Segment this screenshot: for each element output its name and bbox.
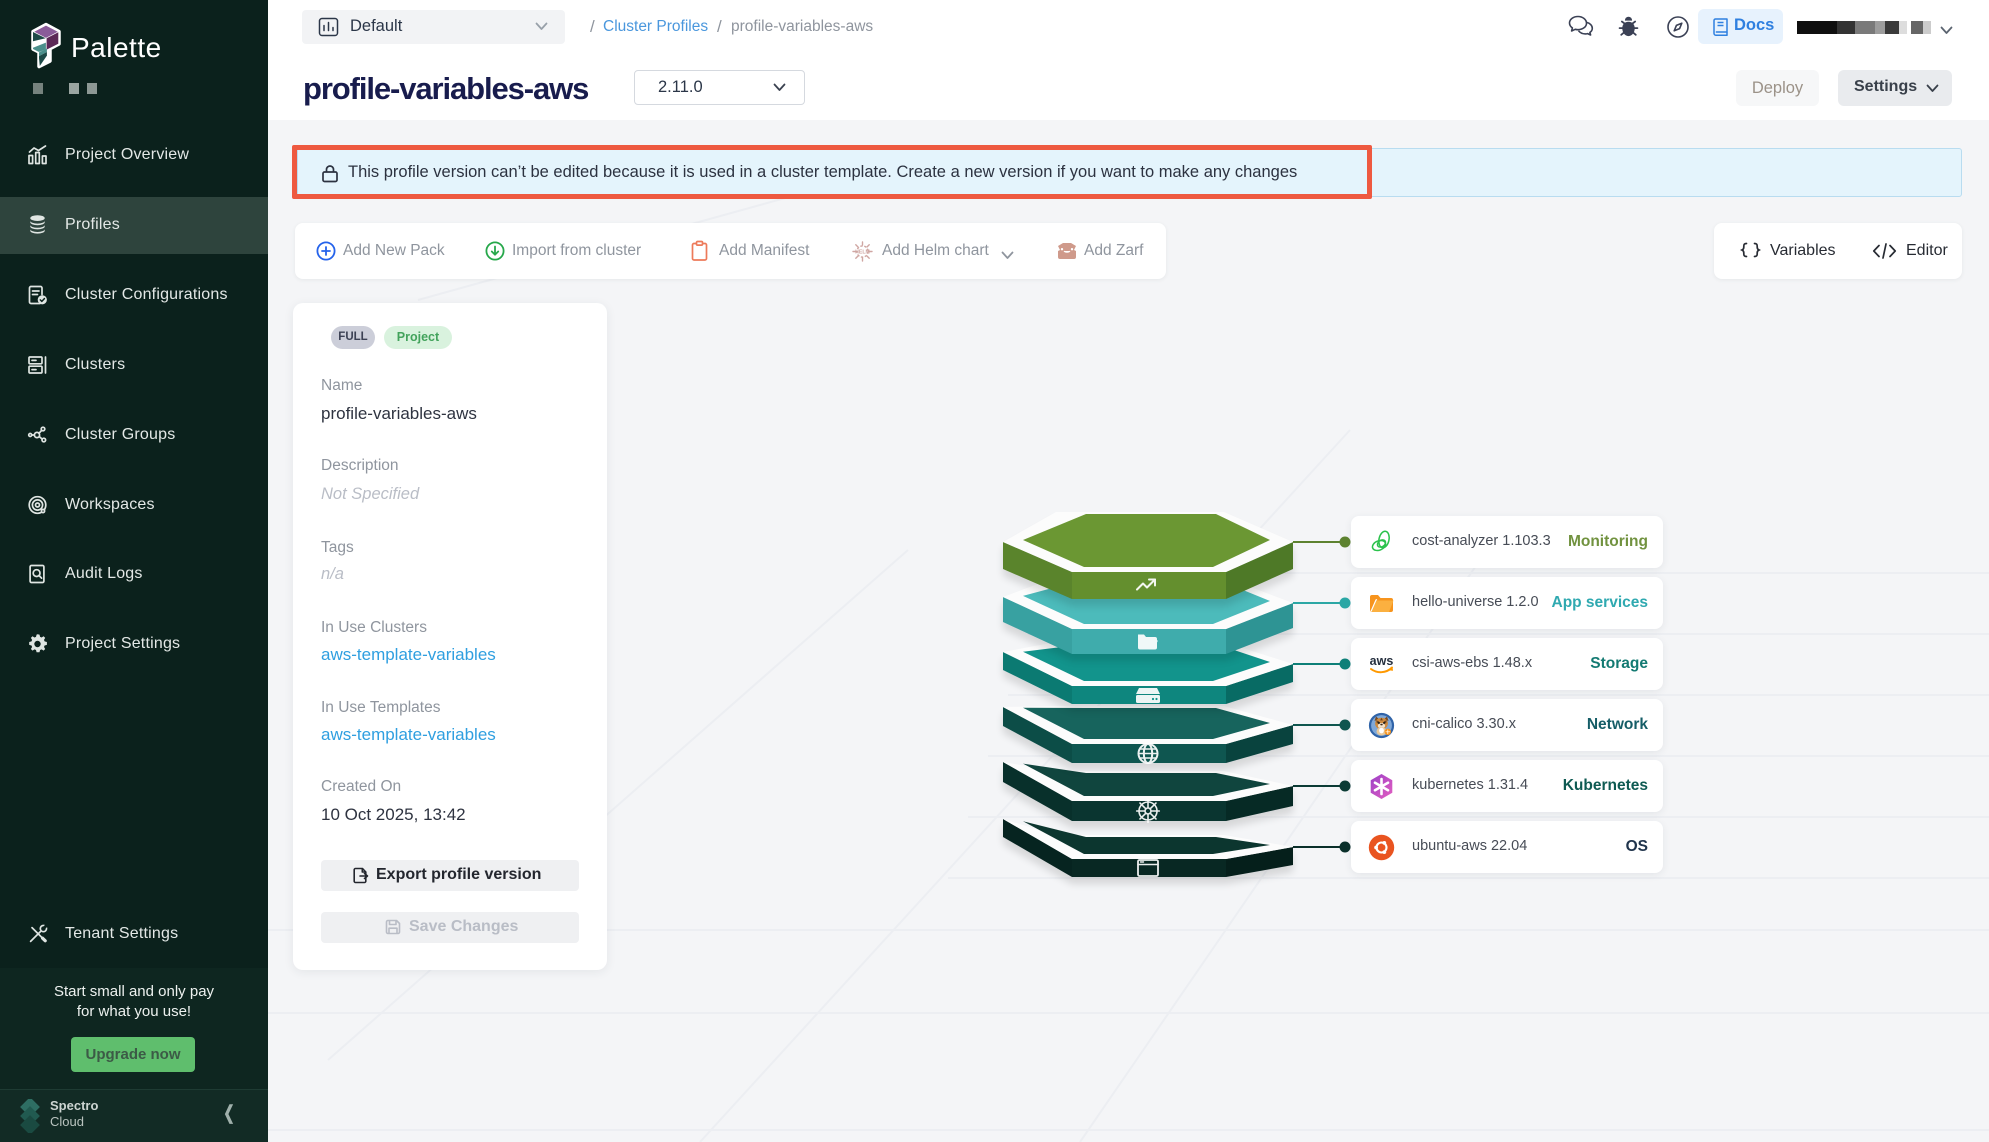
- svg-text:HELM: HELM: [855, 250, 870, 256]
- svg-text:aws: aws: [1370, 654, 1394, 668]
